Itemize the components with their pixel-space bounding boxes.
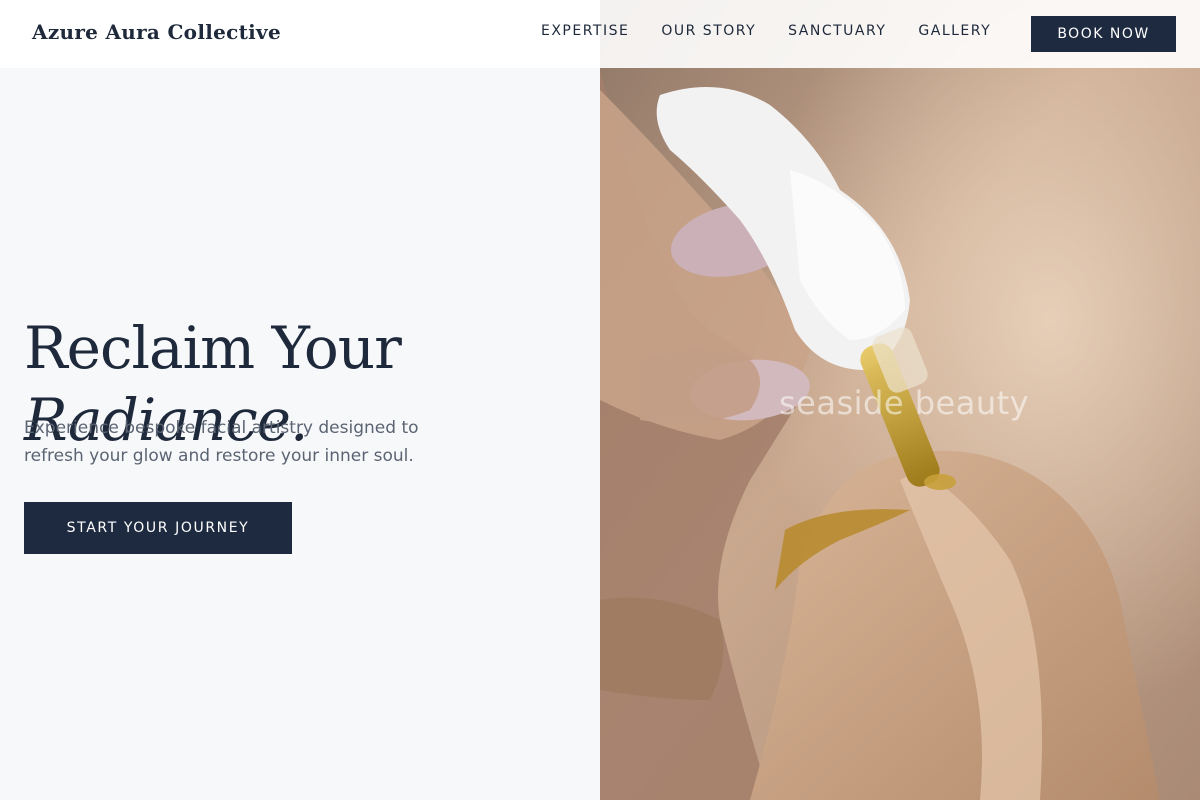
nav-item-gallery[interactable]: GALLERY xyxy=(918,23,991,39)
image-watermark: seaside beauty xyxy=(779,384,1030,422)
nav-item-sanctuary[interactable]: SANCTUARY xyxy=(788,23,886,39)
nav-item-expertise[interactable]: EXPERTISE xyxy=(541,23,629,39)
nav-item-our-story[interactable]: OUR STORY xyxy=(661,23,756,39)
start-journey-button[interactable]: START YOUR JOURNEY xyxy=(24,502,292,554)
brand-logo-text[interactable]: Azure Aura Collective xyxy=(32,20,281,44)
headline-line-1: Reclaim Your xyxy=(24,314,402,382)
top-navigation: Azure Aura Collective EXPERTISE OUR STOR… xyxy=(0,0,1200,68)
hero-subtext: Experience bespoke facial artistry desig… xyxy=(24,418,419,466)
book-now-button[interactable]: BOOK NOW xyxy=(1031,16,1176,52)
nav-menu: EXPERTISE OUR STORY SANCTUARY GALLERY xyxy=(541,23,1023,39)
